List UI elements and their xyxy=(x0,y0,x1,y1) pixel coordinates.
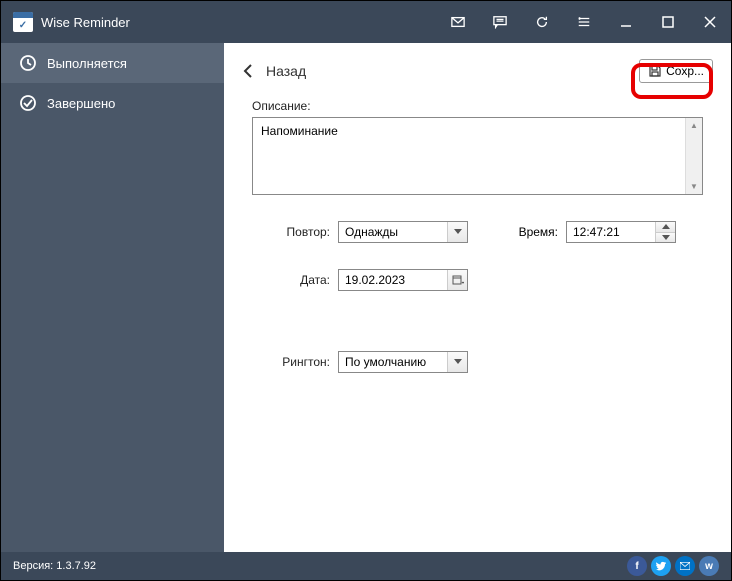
refresh-icon[interactable] xyxy=(521,1,563,43)
sidebar-item-label: Завершено xyxy=(47,96,115,111)
twitter-icon[interactable] xyxy=(651,556,671,576)
date-label: Дата: xyxy=(252,273,330,287)
time-input[interactable]: 12:47:21 xyxy=(566,221,676,243)
close-button[interactable] xyxy=(689,1,731,43)
titlebar: Wise Reminder xyxy=(1,1,731,43)
facebook-icon[interactable]: f xyxy=(627,556,647,576)
description-label: Описание: xyxy=(252,99,703,113)
sidebar-item-ongoing[interactable]: Выполняется xyxy=(1,43,224,83)
sidebar-item-label: Выполняется xyxy=(47,56,127,71)
app-title: Wise Reminder xyxy=(41,15,130,30)
wise-icon[interactable]: w xyxy=(699,556,719,576)
calendar-dropdown-icon[interactable] xyxy=(447,270,467,290)
save-button[interactable]: Сохр... xyxy=(639,59,713,83)
mail-icon[interactable] xyxy=(675,556,695,576)
minimize-button[interactable] xyxy=(605,1,647,43)
maximize-button[interactable] xyxy=(647,1,689,43)
sidebar: Выполняется Завершено xyxy=(1,43,224,552)
save-label: Сохр... xyxy=(666,64,704,78)
repeat-combo[interactable]: Однажды xyxy=(338,221,468,243)
version-label: Версия: 1.3.7.92 xyxy=(13,560,96,572)
repeat-value: Однажды xyxy=(339,222,447,242)
app-icon xyxy=(13,12,33,32)
ringtone-value: По умолчанию xyxy=(339,352,447,372)
main-header: Назад Сохр... xyxy=(224,43,731,99)
description-scrollbar[interactable]: ▲ ▼ xyxy=(685,118,702,194)
repeat-label: Повтор: xyxy=(252,225,330,239)
mail-icon[interactable] xyxy=(437,1,479,43)
chevron-left-icon xyxy=(242,64,254,78)
footer: Версия: 1.3.7.92 f w xyxy=(1,552,731,580)
chevron-down-icon[interactable] xyxy=(447,222,467,242)
description-input[interactable]: Напоминание xyxy=(252,117,703,195)
app-window: Wise Reminder Выполняется Завершено На xyxy=(0,0,732,581)
time-value: 12:47:21 xyxy=(567,222,655,242)
description-value: Напоминание xyxy=(261,124,338,138)
ringtone-label: Рингтон: xyxy=(252,355,330,369)
clock-icon xyxy=(19,54,37,72)
scroll-down-icon[interactable]: ▼ xyxy=(687,179,702,194)
menu-icon[interactable] xyxy=(563,1,605,43)
back-button[interactable]: Назад xyxy=(242,63,306,79)
back-label: Назад xyxy=(266,63,306,79)
date-input[interactable]: 19.02.2023 xyxy=(338,269,468,291)
main-panel: Назад Сохр... Описание: Напоминание ▲ ▼ xyxy=(224,43,731,552)
chevron-down-icon[interactable] xyxy=(447,352,467,372)
scroll-up-icon[interactable]: ▲ xyxy=(687,118,702,133)
spinner-up-icon[interactable] xyxy=(656,222,675,233)
save-icon xyxy=(648,64,662,78)
ringtone-combo[interactable]: По умолчанию xyxy=(338,351,468,373)
form-area: Описание: Напоминание ▲ ▼ Повтор: Однажд… xyxy=(224,99,731,373)
sidebar-item-completed[interactable]: Завершено xyxy=(1,83,224,123)
check-circle-icon xyxy=(19,94,37,112)
time-label: Время: xyxy=(498,225,558,239)
date-value: 19.02.2023 xyxy=(339,270,447,290)
spinner-down-icon[interactable] xyxy=(656,233,675,243)
feedback-icon[interactable] xyxy=(479,1,521,43)
